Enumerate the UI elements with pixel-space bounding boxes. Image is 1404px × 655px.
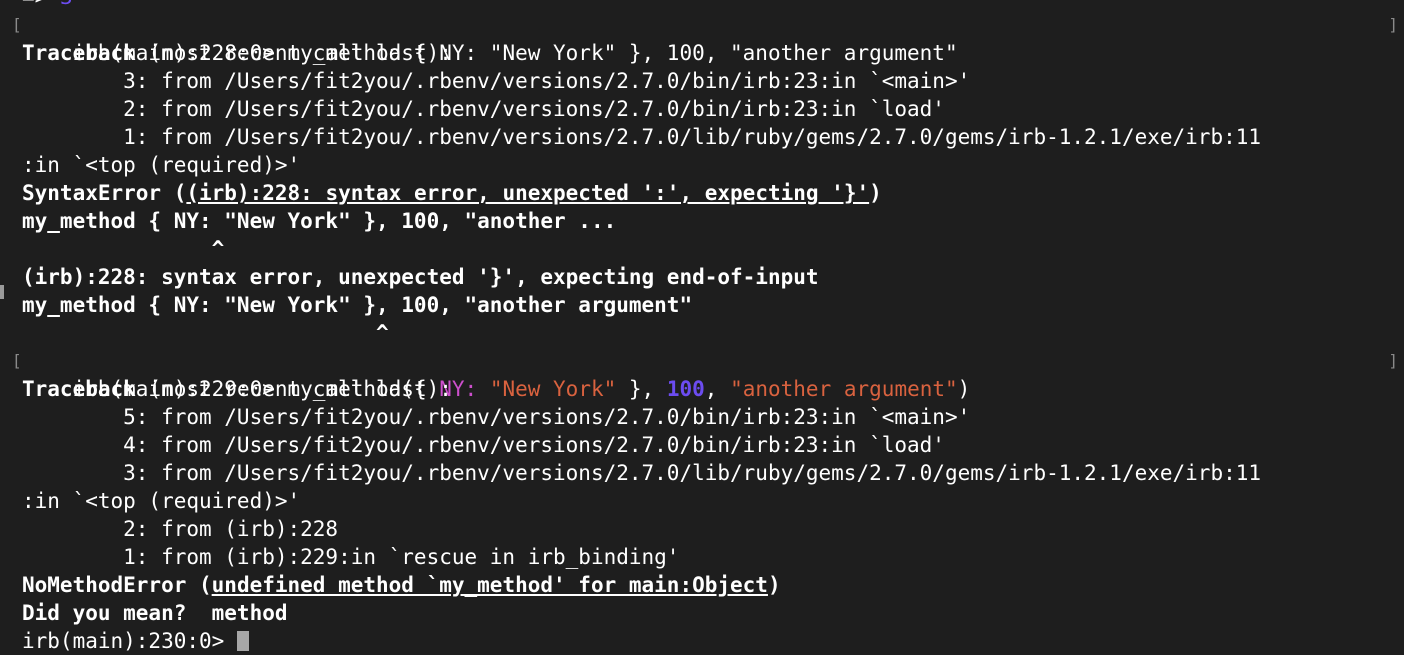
traceback-frame: 3: from /Users/fit2you/.rbenv/versions/2… [22, 461, 1262, 485]
error-source-line: my_method { NY: "New York" }, 100, "anot… [22, 209, 617, 233]
traceback-header-2: Traceback (most recent call last): [0, 375, 1404, 403]
traceback-frame: 2: from /Users/fit2you/.rbenv/versions/2… [22, 97, 945, 121]
text-cursor[interactable] [236, 631, 249, 651]
did-you-mean: Did you mean? method [22, 601, 288, 625]
error-name: NoMethodError ( [22, 573, 212, 597]
line-mark-left: [ [12, 351, 22, 370]
traceback-title: Traceback [22, 41, 136, 65]
prompt-230: irb(main):230:0> [22, 629, 237, 653]
terminal-output[interactable]: => 3 [irb(main):228:0> my_method { NY: "… [0, 0, 1404, 655]
previous-result-line: => 3 [0, 0, 1404, 11]
traceback-title: Traceback [22, 377, 136, 401]
line-mark-left: [ [12, 15, 22, 34]
traceback-frame-wrap: :in `<top (required)>' [22, 489, 301, 513]
traceback-frame: 3: from /Users/fit2you/.rbenv/versions/2… [22, 69, 971, 93]
error-detail: (irb):228: syntax error, unexpected '}',… [22, 265, 819, 289]
current-prompt-line[interactable]: irb(main):230:0> [0, 627, 1404, 655]
error-message: undefined method `my_method' for main:Ob… [211, 573, 768, 597]
error-message: (irb):228: syntax error, unexpected ':',… [186, 181, 870, 205]
result-value: 3 [60, 0, 73, 9]
command-line-228: [irb(main):228:0> my_method { NY: "New Y… [0, 11, 1404, 65]
traceback-subtitle: (most recent call last): [135, 377, 452, 401]
error-close: ) [767, 573, 781, 597]
traceback-frame: 2: from (irb):228 [22, 517, 339, 541]
traceback-subtitle: (most recent call last): [135, 41, 452, 65]
nomethod-error-line: NoMethodError (undefined method `my_meth… [0, 571, 1404, 599]
traceback-frame: 5: from /Users/fit2you/.rbenv/versions/2… [22, 405, 971, 429]
scroll-mark [0, 285, 4, 299]
error-source-line: my_method { NY: "New York" }, 100, "anot… [0, 285, 1404, 319]
error-name: SyntaxError ( [22, 181, 187, 205]
traceback-frame-wrap: :in `<top (required)>' [22, 153, 301, 177]
line-mark-right: ] [1388, 15, 1398, 34]
syntax-error-line: SyntaxError ((irb):228: syntax error, un… [0, 179, 1404, 207]
traceback-frame: 1: from /Users/fit2you/.rbenv/versions/2… [22, 125, 1262, 149]
error-close: ) [869, 181, 882, 205]
error-caret: ^ [22, 237, 225, 261]
traceback-frame: 4: from /Users/fit2you/.rbenv/versions/2… [22, 433, 945, 457]
traceback-header-1: Traceback (most recent call last): [0, 39, 1404, 67]
error-caret: ^ [22, 321, 389, 345]
result-arrow: => [22, 0, 60, 9]
traceback-frame: 1: from (irb):229:in `rescue in irb_bind… [22, 545, 680, 569]
command-line-229: [irb(main):229:0> my_method({ NY: "New Y… [0, 347, 1404, 401]
line-mark-right: ] [1388, 351, 1398, 370]
